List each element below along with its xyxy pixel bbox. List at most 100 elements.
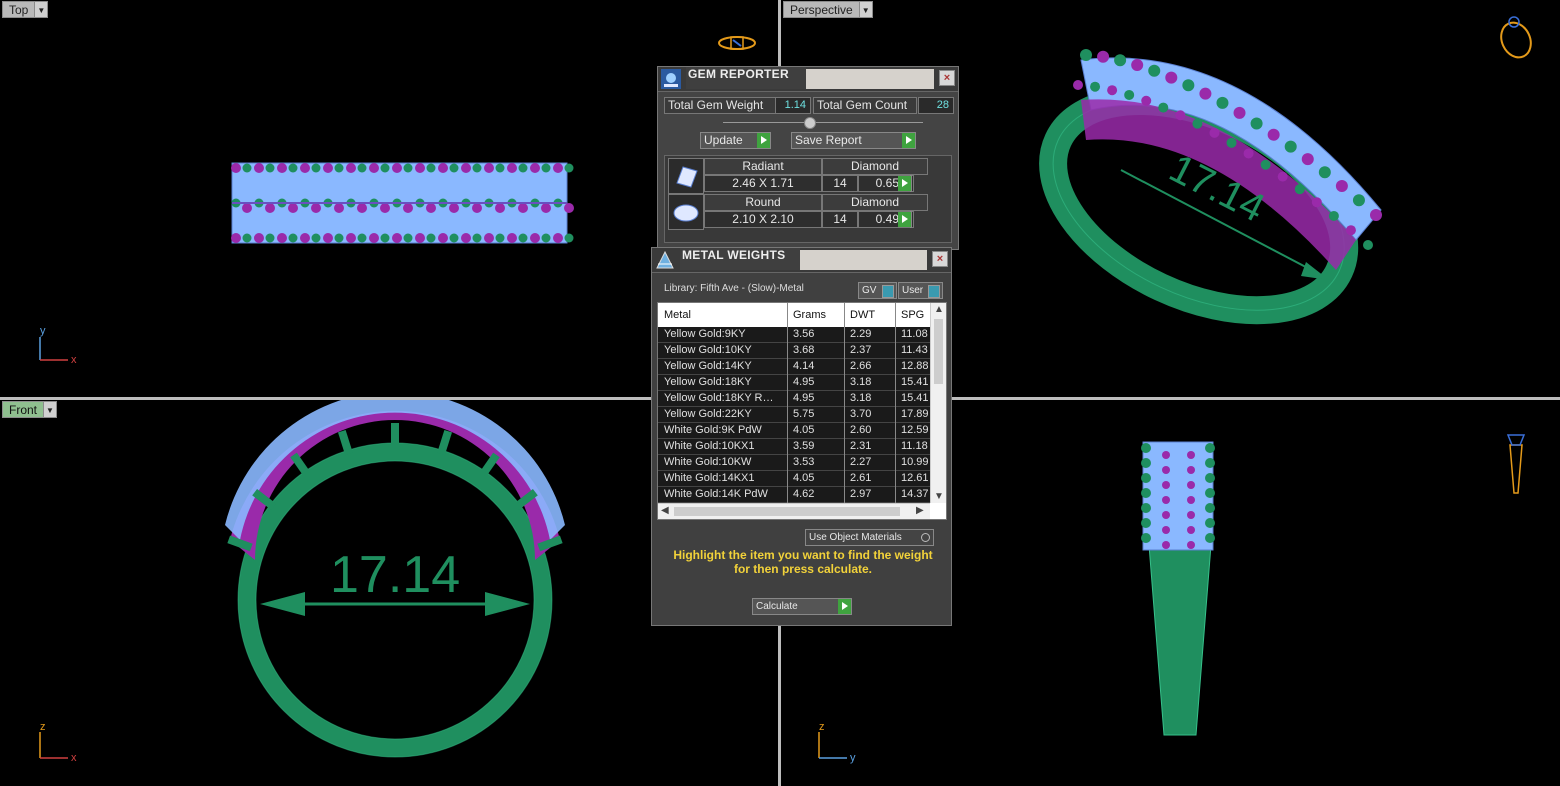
table-cell: 2.61	[850, 472, 872, 484]
svg-text:x: x	[71, 752, 77, 764]
table-row[interactable]: Yellow Gold:9KY 3.56 2.29 11.08	[658, 327, 930, 343]
gem-row-radiant[interactable]: Radiant Diamond 2.46 X 1.71 14 0.65tw	[668, 158, 928, 194]
gem-size: 2.10 X 2.10	[704, 211, 822, 228]
table-cell: 5.75	[793, 408, 815, 420]
table-row[interactable]: Yellow Gold:22KY 5.75 3.70 17.89	[658, 407, 930, 423]
chevron-down-icon[interactable]: ▼	[859, 1, 873, 18]
table-row[interactable]: White Gold:10KX1 3.59 2.31 11.18	[658, 439, 930, 455]
table-cell: 4.62	[793, 488, 815, 500]
gem-select-button[interactable]	[898, 211, 912, 228]
table-row[interactable]: White Gold:14KX1 4.05 2.61 12.61	[658, 471, 930, 487]
table-cell: 3.18	[850, 376, 872, 388]
play-arrow-icon	[902, 133, 915, 148]
viewport-front-name[interactable]: Front	[2, 401, 45, 418]
table-cell: White Gold:14KX1	[664, 472, 755, 484]
update-button[interactable]: Update	[700, 132, 771, 149]
table-cell: 2.29	[850, 328, 872, 340]
table-cell: 4.14	[793, 360, 815, 372]
scroll-up-icon[interactable]: ▲	[934, 304, 944, 315]
column-header-spg[interactable]: SPG	[901, 309, 924, 321]
gem-material: Diamond	[822, 194, 928, 211]
viewport-top-name[interactable]: Top	[2, 1, 36, 18]
table-cell: White Gold:10KX1	[664, 440, 755, 452]
viewport-perspective-name[interactable]: Perspective	[783, 1, 860, 18]
table-cell: Yellow Gold:18KY R…	[664, 392, 774, 404]
table-cell: 2.97	[850, 488, 872, 500]
table-cell: 4.05	[793, 472, 815, 484]
close-icon[interactable]: ×	[932, 251, 948, 267]
panel-splitter[interactable]	[723, 122, 923, 123]
table-row[interactable]: Yellow Gold:18KY 4.95 3.18 15.41	[658, 375, 930, 391]
calculate-hint: Highlight the item you want to find the …	[673, 548, 933, 576]
viewport-perspective-label[interactable]: Perspective ▼	[783, 1, 873, 18]
viewport-front-label[interactable]: Front ▼	[2, 401, 58, 418]
svg-text:x: x	[71, 354, 77, 366]
play-arrow-icon	[757, 133, 770, 148]
scroll-down-icon[interactable]: ▼	[934, 491, 944, 502]
table-cell: 3.56	[793, 328, 815, 340]
column-header-metal[interactable]: Metal	[664, 309, 691, 321]
vertical-scrollbar[interactable]: ▲ ▼	[930, 303, 946, 503]
svg-text:y: y	[850, 752, 856, 764]
gem-count: 14	[822, 175, 858, 192]
chevron-down-icon[interactable]: ▼	[35, 1, 49, 18]
table-row[interactable]: White Gold:9K PdW 4.05 2.60 12.59	[658, 423, 930, 439]
table-cell: 2.27	[850, 456, 872, 468]
horizontal-scrollbar[interactable]: ◀ ▶	[658, 503, 930, 519]
splitter-handle-icon[interactable]	[804, 117, 816, 129]
gem-select-button[interactable]	[898, 175, 912, 192]
table-row[interactable]: Yellow Gold:18KY R… 4.95 3.18 15.41	[658, 391, 930, 407]
table-cell: 4.05	[793, 424, 815, 436]
table-cell: Yellow Gold:10KY	[664, 344, 752, 356]
gem-shape: Round	[704, 194, 822, 211]
library-label: Library: Fifth Ave - (Slow)-Metal	[664, 283, 804, 294]
column-header-dwt[interactable]: DWT	[850, 309, 875, 321]
scroll-thumb[interactable]	[674, 507, 900, 516]
user-toggle-label: User	[902, 285, 924, 296]
scroll-left-icon[interactable]: ◀	[661, 505, 669, 516]
metal-weights-logo-icon	[656, 250, 674, 269]
metal-weights-table[interactable]: Metal Grams DWT SPG Yellow Gold:9KY 3.56 2…	[657, 302, 947, 520]
gem-material: Diamond	[822, 158, 928, 175]
gem-count: 14	[822, 211, 858, 228]
user-toggle[interactable]: User	[898, 282, 943, 299]
table-cell: Yellow Gold:18KY	[664, 376, 752, 388]
gem-reporter-panel: GEM REPORTER × Total Gem Weight 1.14 Tot…	[657, 66, 959, 250]
table-cell: White Gold:10KW	[664, 456, 752, 468]
metal-weights-titlebar[interactable]: METAL WEIGHTS ×	[652, 248, 951, 273]
chevron-down-icon[interactable]: ▼	[44, 401, 58, 418]
table-row[interactable]: Yellow Gold:10KY 3.68 2.37 11.43	[658, 343, 930, 359]
play-arrow-icon	[898, 176, 911, 191]
round-gem-icon	[668, 194, 704, 230]
gv-toggle[interactable]: GV	[858, 282, 897, 299]
save-report-button-label: Save Report	[795, 133, 862, 147]
table-cell: Yellow Gold:14KY	[664, 360, 752, 372]
svg-text:z: z	[819, 721, 825, 733]
table-cell: White Gold:14K PdW	[664, 488, 768, 500]
gem-row-round[interactable]: Round Diamond 2.10 X 2.10 14 0.49tw	[668, 194, 928, 230]
update-button-label: Update	[704, 133, 743, 147]
svg-text:y: y	[40, 325, 46, 337]
table-cell: 2.31	[850, 440, 872, 452]
play-arrow-icon	[898, 212, 911, 227]
close-icon[interactable]: ×	[939, 70, 955, 86]
scroll-thumb[interactable]	[934, 319, 943, 384]
table-cell: 3.70	[850, 408, 872, 420]
table-cell: White Gold:9K PdW	[664, 424, 762, 436]
table-cell: 3.59	[793, 440, 815, 452]
table-cell: 4.95	[793, 392, 815, 404]
save-report-button[interactable]: Save Report	[791, 132, 916, 149]
column-header-grams[interactable]: Grams	[793, 309, 826, 321]
gem-reporter-titlebar[interactable]: GEM REPORTER ×	[658, 67, 958, 92]
viewport-top-label[interactable]: Top ▼	[2, 1, 49, 18]
svg-text:z: z	[40, 721, 46, 733]
table-row[interactable]: Yellow Gold:14KY 4.14 2.66 12.88	[658, 359, 930, 375]
scroll-right-icon[interactable]: ▶	[916, 505, 924, 516]
use-object-materials-toggle[interactable]: Use Object Materials	[805, 529, 934, 546]
calculate-button[interactable]: Calculate	[752, 598, 852, 615]
table-cell: 2.66	[850, 360, 872, 372]
svg-text:17.14: 17.14	[330, 546, 460, 604]
table-row[interactable]: White Gold:10KW 3.53 2.27 10.99	[658, 455, 930, 471]
table-row[interactable]: White Gold:14K PdW 4.62 2.97 14.37	[658, 487, 930, 503]
gem-size: 2.46 X 1.71	[704, 175, 822, 192]
